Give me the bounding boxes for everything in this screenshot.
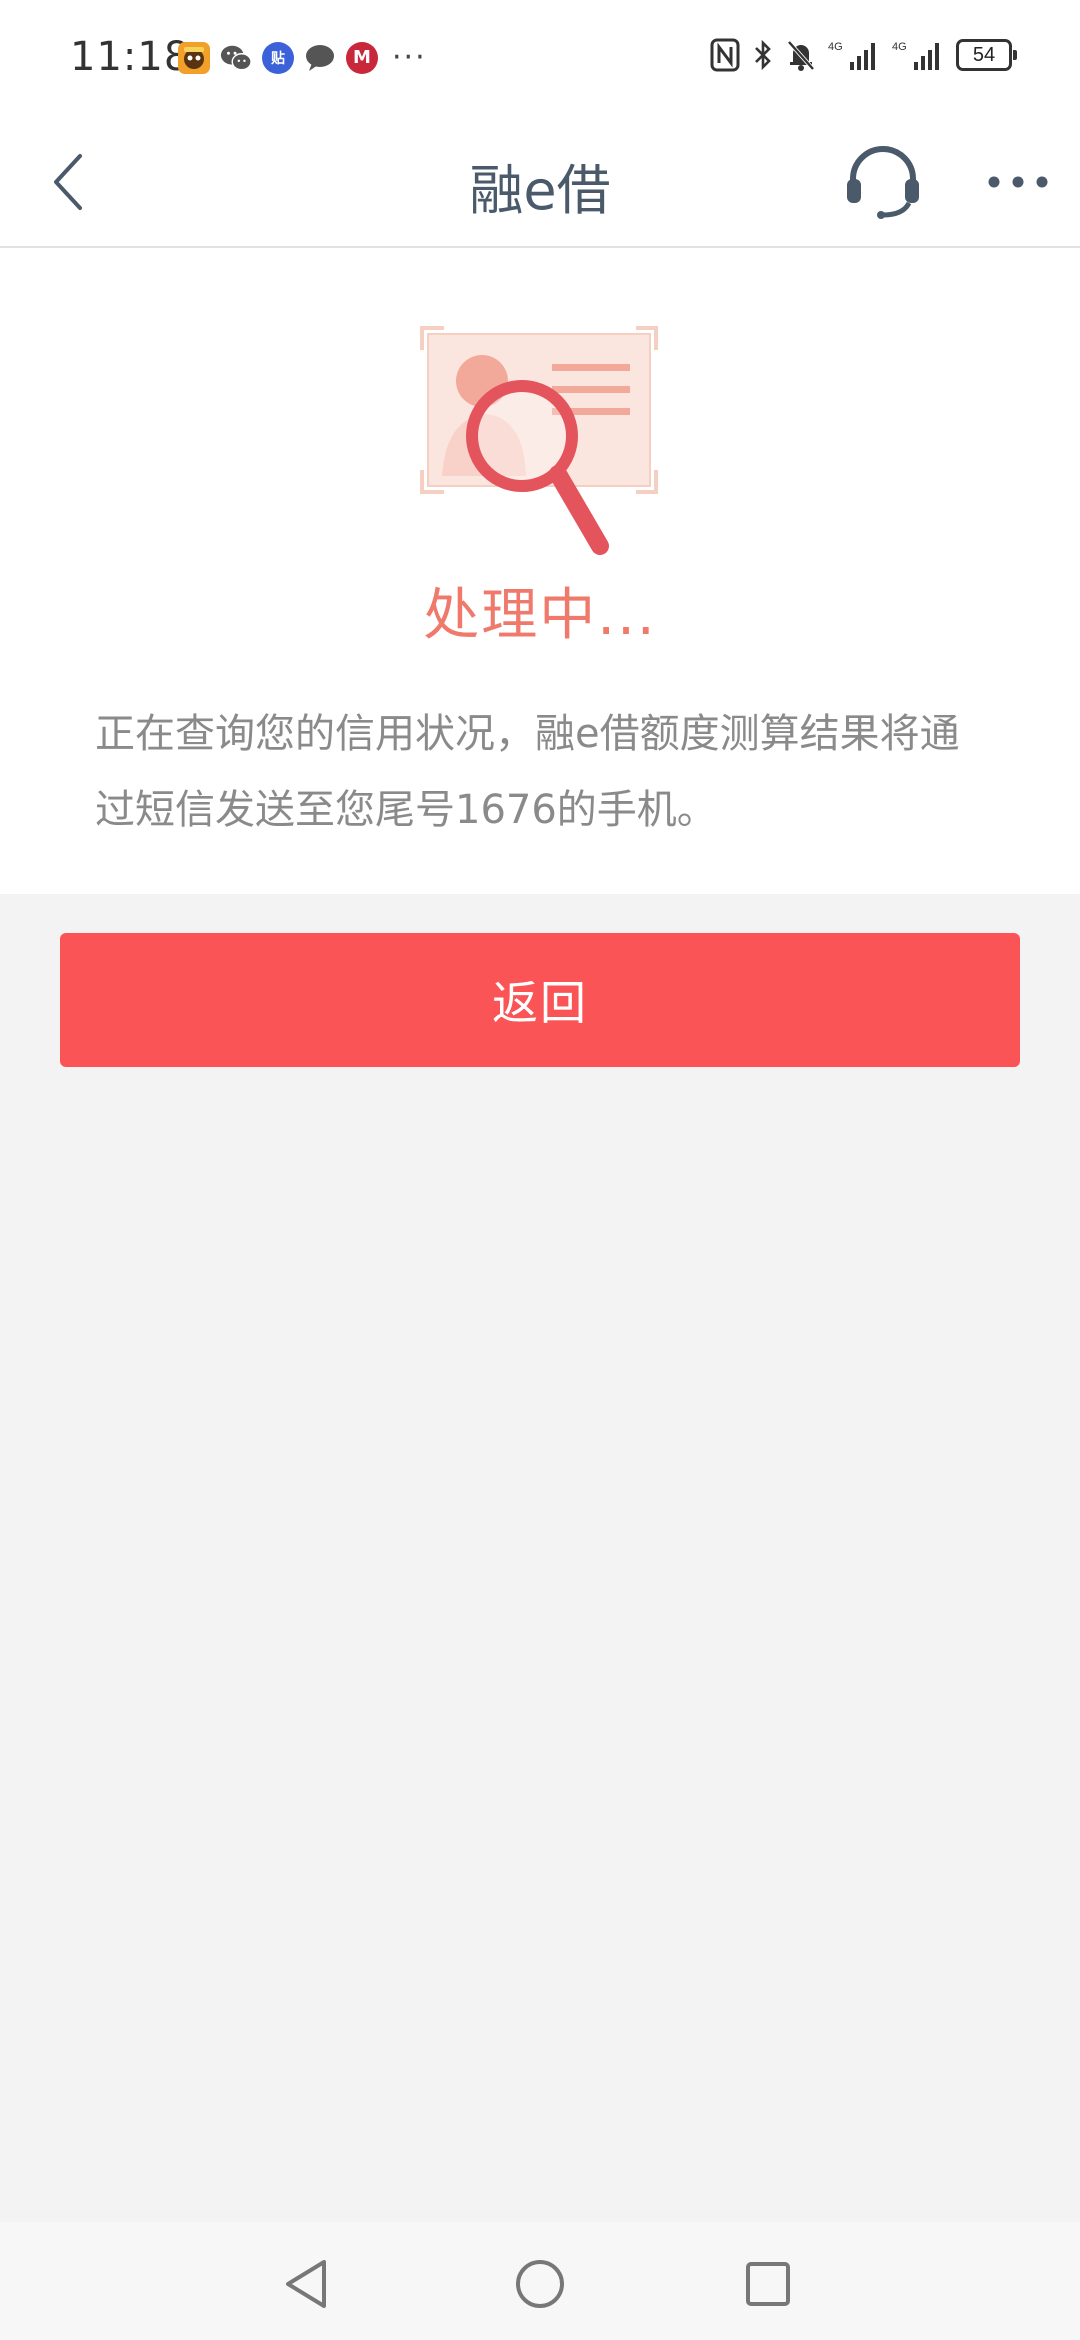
status-title: 处理中... — [423, 583, 657, 648]
svg-text:4G: 4G — [828, 41, 843, 53]
more-dots-icon[interactable] — [978, 142, 1058, 222]
headset-icon[interactable] — [840, 138, 926, 224]
nfc-icon — [710, 38, 740, 72]
return-button[interactable]: 返回 — [60, 933, 1020, 1067]
signal-4g-icon-2: 4G — [892, 38, 944, 72]
system-navigation-bar — [0, 2222, 1080, 2340]
square-recents-icon[interactable] — [728, 2244, 808, 2324]
more-notifications-icon: ··· — [392, 40, 427, 75]
status-description: 正在查询您的信用状况，融e借额度测算结果将通过短信发送至您尾号1676的手机。 — [95, 711, 960, 833]
svg-text:4G: 4G — [892, 41, 907, 53]
system-status-icons: 4G 4G 54 — [710, 38, 1017, 72]
battery-level: 54 — [972, 43, 996, 66]
bluetooth-icon — [752, 38, 774, 72]
signal-4g-icon-1: 4G — [828, 38, 880, 72]
monkey-app-icon — [178, 41, 210, 74]
mute-bell-icon — [786, 38, 816, 72]
message-icon — [304, 42, 336, 74]
notification-icons: 贴 M ··· — [178, 40, 427, 75]
tieba-icon: 贴 — [262, 41, 294, 74]
credit-check-magnifier-icon — [420, 326, 660, 566]
cmb-bank-icon: M — [346, 41, 378, 74]
wechat-icon — [220, 42, 252, 74]
status-bar: 11:18 贴 M ··· 4G 4G 54 — [0, 0, 1080, 118]
triangle-back-icon[interactable] — [268, 2244, 348, 2324]
nav-bar: 融e借 — [0, 118, 1080, 248]
battery-icon: 54 — [956, 39, 1017, 71]
circle-home-icon[interactable] — [500, 2244, 580, 2324]
status-time: 11:18 — [70, 34, 191, 80]
result-card: 处理中... 正在查询您的信用状况，融e借额度测算结果将通过短信发送至您尾号16… — [0, 248, 1080, 894]
